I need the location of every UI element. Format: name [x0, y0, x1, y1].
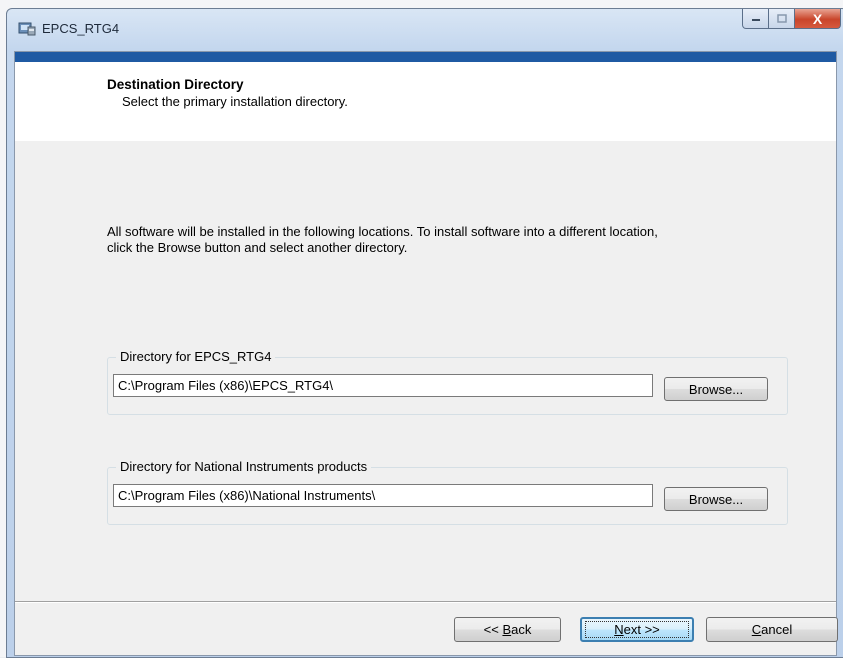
minimize-icon	[751, 18, 760, 21]
directory-group-label: Directory for National Instruments produ…	[116, 459, 372, 474]
installer-window: EPCS_RTG4 X Destination Directory Select…	[6, 8, 843, 658]
cancel-button[interactable]: Cancel	[706, 617, 838, 642]
next-button[interactable]: Next >>	[580, 617, 694, 642]
minimize-button[interactable]	[742, 9, 769, 29]
ni-directory-field[interactable]	[113, 484, 653, 507]
cancel-button-mnemonic: C	[751, 622, 762, 637]
footer-separator	[15, 601, 836, 603]
back-button-label: ack	[511, 622, 532, 637]
back-button-mnemonic: B	[502, 622, 512, 637]
back-button[interactable]: << Back	[454, 617, 561, 642]
close-button[interactable]: X	[795, 9, 841, 29]
dialog-client-area: Destination Directory Select the primary…	[14, 51, 838, 656]
installer-app-icon	[18, 22, 36, 36]
window-title: EPCS_RTG4	[42, 21, 120, 36]
directory-group-label: Directory for EPCS_RTG4	[116, 349, 276, 364]
maximize-icon	[776, 14, 787, 23]
description-text: All software will be installed in the fo…	[107, 224, 658, 255]
accent-bar	[15, 52, 836, 62]
header-panel: Destination Directory Select the primary…	[15, 62, 836, 141]
page-subtitle: Select the primary installation director…	[122, 94, 348, 109]
browse-button-epcs[interactable]: Browse...	[664, 377, 768, 401]
browse-button-ni[interactable]: Browse...	[664, 487, 768, 511]
directory-group-ni: Directory for National Instruments produ…	[107, 459, 788, 525]
close-icon: X	[812, 10, 823, 27]
focus-rect	[585, 621, 689, 638]
back-button-prefix: <<	[483, 622, 503, 637]
epcs-directory-field[interactable]	[113, 374, 653, 397]
caption-buttons: X	[742, 9, 841, 33]
title-bar[interactable]: EPCS_RTG4 X	[7, 9, 843, 45]
maximize-button[interactable]	[769, 9, 795, 29]
directory-group-epcs: Directory for EPCS_RTG4 Browse...	[107, 349, 788, 415]
page-title: Destination Directory	[107, 77, 244, 92]
cancel-button-label: ancel	[761, 622, 793, 637]
